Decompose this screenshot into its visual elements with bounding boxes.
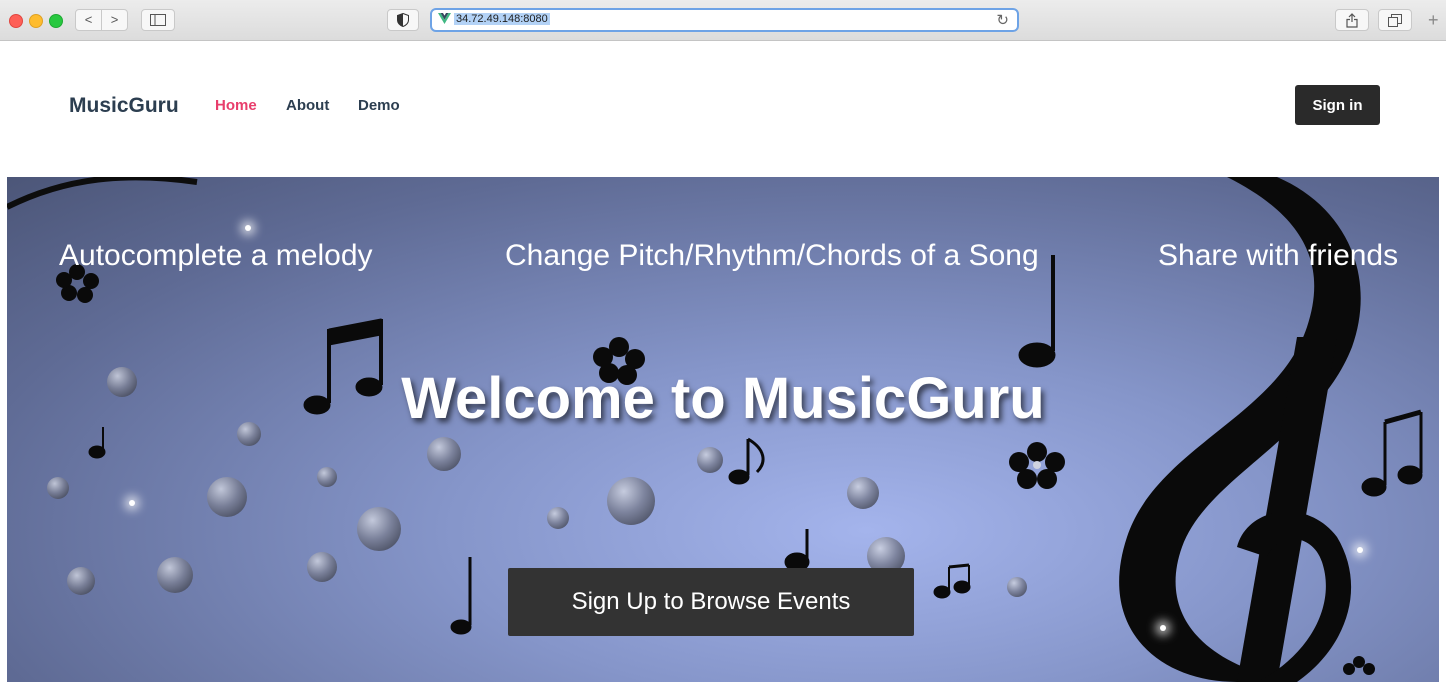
sign-in-button[interactable]: Sign in <box>1295 85 1380 125</box>
sidebar-icon <box>150 14 166 26</box>
history-nav-group: < > <box>75 9 128 31</box>
brand-logo[interactable]: MusicGuru <box>69 94 179 118</box>
tabs-icon <box>1388 13 1402 27</box>
show-tabs-button[interactable] <box>1378 9 1412 31</box>
decor-sparkle <box>1357 547 1363 553</box>
address-bar[interactable]: 34.72.49.148:8080 ↻ <box>430 8 1019 32</box>
decor-sparkle <box>129 500 135 506</box>
hero-banner: Autocomplete a melody Change Pitch/Rhyth… <box>7 177 1439 682</box>
decor-bubble <box>67 567 95 595</box>
nav-link-home[interactable]: Home <box>215 97 257 114</box>
minimize-window-button[interactable] <box>29 14 43 28</box>
close-window-button[interactable] <box>9 14 23 28</box>
feature-autocomplete: Autocomplete a melody <box>59 239 373 272</box>
zoom-window-button[interactable] <box>49 14 63 28</box>
decor-bubble <box>317 467 337 487</box>
decor-bubble <box>607 477 655 525</box>
url-text: 34.72.49.148:8080 <box>454 13 550 25</box>
privacy-report-button[interactable] <box>387 9 419 31</box>
signup-browse-events-button[interactable]: Sign Up to Browse Events <box>508 568 914 636</box>
feature-change-pitch: Change Pitch/Rhythm/Chords of a Song <box>505 239 1039 272</box>
decor-bubble <box>207 477 247 517</box>
vue-icon <box>438 12 451 27</box>
share-button[interactable] <box>1335 9 1369 31</box>
decor-sparkle <box>1160 625 1166 631</box>
decor-bubble <box>47 477 69 499</box>
decor-bubble <box>1007 577 1027 597</box>
decor-bubble <box>547 507 569 529</box>
site-navbar: MusicGuru Home About Demo Sign in <box>0 41 1446 176</box>
hero-title: Welcome to MusicGuru <box>401 366 1045 431</box>
nav-link-demo[interactable]: Demo <box>358 97 400 114</box>
shield-icon <box>397 13 409 27</box>
reload-icon[interactable]: ↻ <box>996 11 1009 29</box>
forward-button[interactable]: > <box>102 10 127 30</box>
decor-bubble <box>847 477 879 509</box>
decor-bubble <box>427 437 461 471</box>
nav-link-about[interactable]: About <box>286 97 329 114</box>
decor-bubble <box>307 552 337 582</box>
back-button[interactable]: < <box>76 10 102 30</box>
new-tab-button[interactable]: + <box>1428 10 1439 31</box>
decor-bubble <box>157 557 193 593</box>
feature-share: Share with friends <box>1158 239 1399 272</box>
decor-bubble <box>357 507 401 551</box>
sidebar-toggle-button[interactable] <box>141 9 175 31</box>
browser-toolbar: < > 34.72.49.148:8080 ↻ + <box>0 0 1446 41</box>
decor-sparkle <box>245 225 251 231</box>
decor-bubble <box>697 447 723 473</box>
share-icon <box>1346 12 1358 28</box>
